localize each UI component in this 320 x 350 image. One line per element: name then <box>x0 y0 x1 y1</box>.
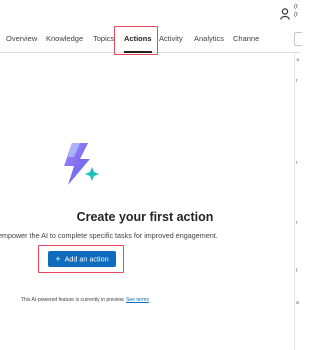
preview-notice-text: This AI-powered feature is currently in … <box>21 297 125 303</box>
right-panel-divider <box>294 53 295 350</box>
user-avatar-icon[interactable] <box>280 8 290 20</box>
tab-topics[interactable]: Topics <box>93 27 114 52</box>
right-panel-mark: t <box>296 268 298 274</box>
tab-analytics[interactable]: Analytics <box>194 27 224 52</box>
tab-overview[interactable]: Overview <box>6 27 37 52</box>
user-info[interactable]: (r (r <box>294 3 298 19</box>
preview-notice: This AI-powered feature is currently in … <box>21 297 149 303</box>
add-action-button[interactable]: + Add an action <box>48 251 116 267</box>
tab-knowledge[interactable]: Knowledge <box>46 27 83 52</box>
add-action-label: Add an action <box>64 254 109 264</box>
right-panel-mark: r <box>296 78 298 84</box>
lightning-sparkle-icon <box>64 143 99 185</box>
user-info-line2: (r <box>294 12 298 18</box>
tab-overflow-control[interactable] <box>294 32 302 46</box>
tab-actions[interactable]: Actions <box>124 27 152 53</box>
tab-channels[interactable]: Channe <box>233 27 259 52</box>
tab-activity[interactable]: Activity <box>159 27 183 52</box>
user-info-line1: (r <box>294 4 298 10</box>
close-icon[interactable]: × <box>296 58 300 64</box>
plus-icon: + <box>55 254 61 264</box>
top-bar: (r (r <box>0 0 300 27</box>
right-panel-mark: a <box>296 300 299 306</box>
right-panel-mark: r <box>296 160 298 166</box>
empty-state-description: empower the AI to complete specific task… <box>0 231 218 240</box>
see-terms-link[interactable]: See terms <box>126 297 149 303</box>
tab-bar: Overview Knowledge Topics Actions Activi… <box>0 27 300 53</box>
empty-state-title: Create your first action <box>76 210 214 224</box>
right-panel-mark: r <box>296 220 298 226</box>
